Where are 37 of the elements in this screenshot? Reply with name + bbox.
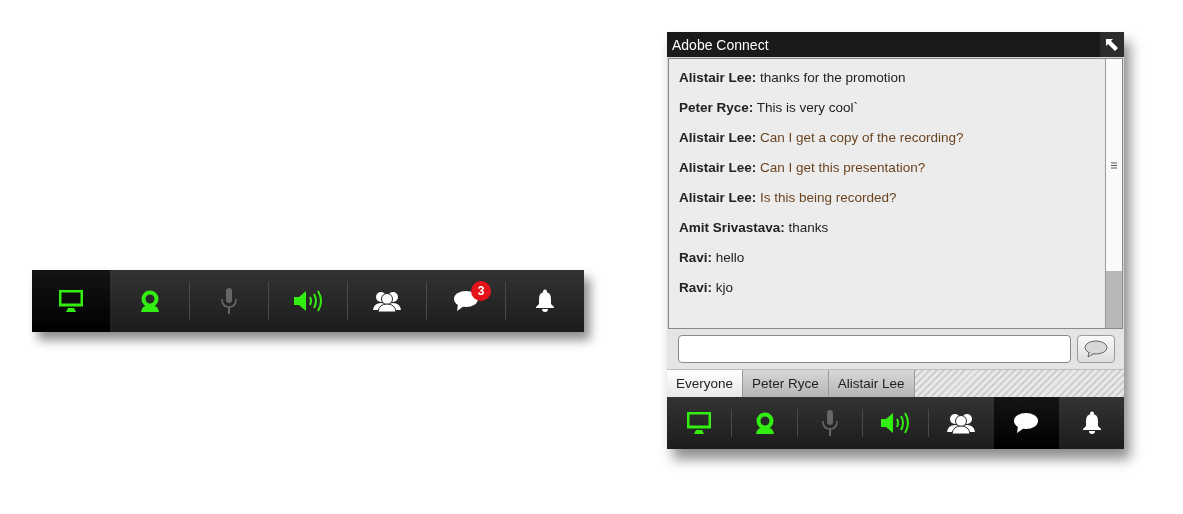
people-icon bbox=[946, 412, 975, 434]
chat-message: Peter Ryce: This is very cool` bbox=[679, 99, 860, 117]
scrollbar-thumb[interactable] bbox=[1106, 59, 1122, 271]
window-title: Adobe Connect bbox=[671, 36, 769, 53]
speech-bubble-icon bbox=[1013, 412, 1040, 434]
bell-icon bbox=[1081, 411, 1102, 435]
chat-message: Alistair Lee: Can I get this presentation? bbox=[679, 159, 927, 177]
recipient-tab[interactable]: Everyone bbox=[667, 370, 744, 397]
speaker-icon bbox=[880, 412, 911, 434]
recipient-tab[interactable]: Peter Ryce bbox=[743, 370, 829, 397]
chat-message: Ravi: kjo bbox=[679, 279, 735, 297]
send-button[interactable] bbox=[1077, 335, 1115, 363]
monitor-icon bbox=[687, 412, 712, 434]
maximize-button[interactable] bbox=[1100, 32, 1124, 57]
chat-message: Amit Srivastava: thanks bbox=[679, 219, 830, 237]
microphone-icon bbox=[821, 410, 840, 436]
speaker-icon bbox=[293, 290, 323, 312]
count-badge: 3 bbox=[471, 281, 491, 301]
message-input[interactable] bbox=[678, 335, 1071, 363]
bell-icon bbox=[535, 289, 555, 313]
people-icon bbox=[373, 290, 401, 312]
toolbar-button[interactable] bbox=[32, 270, 110, 332]
scrollbar[interactable] bbox=[1105, 59, 1122, 328]
grip-icon bbox=[1111, 161, 1117, 169]
webcam-icon bbox=[753, 412, 776, 434]
toolbar-button[interactable] bbox=[994, 397, 1059, 449]
microphone-icon bbox=[220, 288, 238, 314]
chat-message: Alistair Lee: Can I get a copy of the recording? bbox=[679, 129, 965, 147]
monitor-icon bbox=[59, 290, 83, 312]
webcam-icon bbox=[139, 290, 161, 312]
diagonal-arrow-icon bbox=[1106, 38, 1118, 51]
chat-message: Alistair Lee: Is this being recorded? bbox=[679, 189, 898, 207]
recipient-tab[interactable]: Alistair Lee bbox=[828, 370, 915, 397]
chat-message: Alistair Lee: thanks for the promotion bbox=[679, 69, 907, 87]
chat-message: Ravi: hello bbox=[679, 249, 746, 267]
toolbar-button[interactable]: 3 bbox=[427, 270, 505, 332]
speech-bubble-icon bbox=[1084, 340, 1108, 358]
